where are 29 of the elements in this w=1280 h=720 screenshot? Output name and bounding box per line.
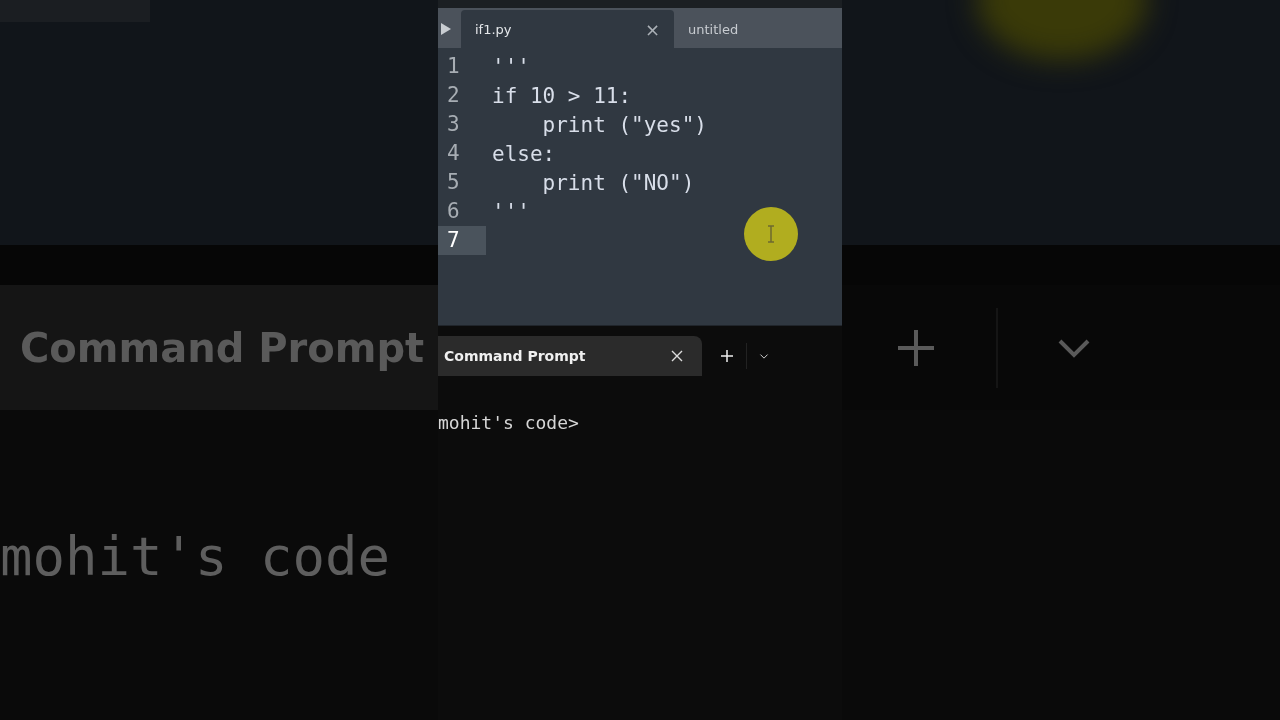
file-tab[interactable]: if1.py × bbox=[461, 10, 674, 48]
file-tab[interactable]: untitled bbox=[674, 10, 824, 48]
close-icon[interactable] bbox=[670, 349, 684, 363]
prompt-text: mohit's code bbox=[0, 525, 392, 588]
line-number: 1 bbox=[446, 53, 461, 80]
tab-label: if1.py bbox=[475, 21, 512, 37]
code-line: print ("NO") bbox=[541, 170, 695, 195]
code-editor[interactable]: 1 ''' 2 if 10 > 11: 3 print ("yes") 4 else: 5 print ("NO") 6 ''' 7 bbox=[438, 48, 842, 325]
line-number: 4 bbox=[446, 140, 461, 167]
line-number: 2 bbox=[446, 82, 461, 109]
plus-icon bbox=[896, 327, 936, 368]
chevron-down-icon bbox=[1058, 337, 1090, 358]
line-number: 6 bbox=[446, 198, 461, 225]
line-number: 5 bbox=[446, 169, 461, 196]
cursor-highlight-icon bbox=[743, 206, 799, 262]
close-icon[interactable]: × bbox=[644, 18, 660, 40]
terminal-tab[interactable]: Command Prompt bbox=[438, 336, 702, 376]
code-line: else: bbox=[492, 141, 556, 166]
code-line: ''' bbox=[492, 199, 530, 224]
code-line: ''' bbox=[492, 54, 530, 79]
tab-title: Command Prompt bbox=[20, 324, 425, 371]
code-line: print ("yes") bbox=[541, 112, 707, 137]
tab-label: untitled bbox=[688, 21, 739, 37]
line-number: 7 bbox=[438, 226, 486, 255]
play-icon[interactable] bbox=[441, 23, 451, 35]
plus-icon[interactable] bbox=[720, 349, 734, 363]
code-line: if 10 > 11: bbox=[492, 83, 632, 108]
line-number: 3 bbox=[446, 111, 461, 138]
prompt-text: mohit's code> bbox=[438, 411, 580, 433]
